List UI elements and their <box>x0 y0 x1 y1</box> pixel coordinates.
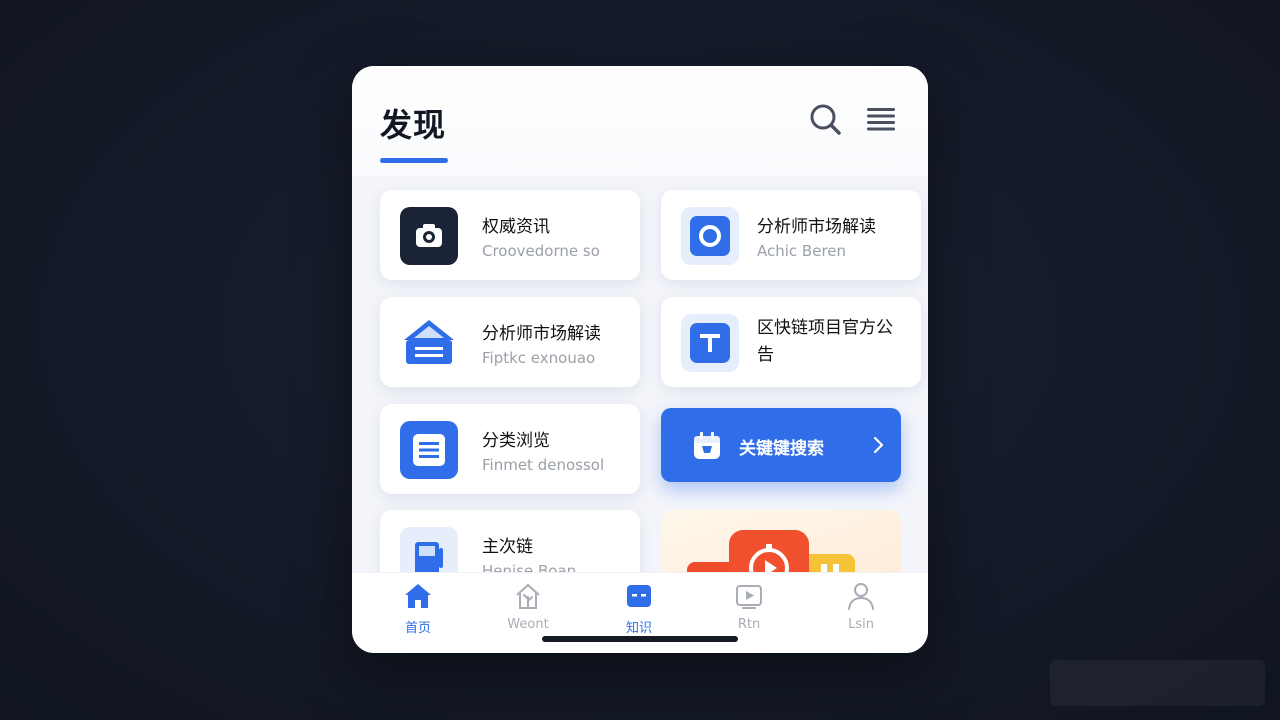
card-authoritative-news[interactable]: 权威资讯 Croovedorne so <box>380 190 640 280</box>
chevron-right-icon <box>873 436 884 454</box>
book-icon <box>627 585 651 607</box>
tab-label: 知识 <box>625 621 652 636</box>
card-subtitle: Croovedorne so <box>482 242 600 260</box>
tab-label: Lsin <box>848 617 874 632</box>
search-icon[interactable] <box>808 102 842 136</box>
card-category-browse[interactable]: 分类浏览 Finmet denossol <box>380 404 640 494</box>
card-subtitle: Finmet denossol <box>482 456 605 474</box>
card-title: 主次链 <box>482 537 533 557</box>
user-icon <box>848 583 874 610</box>
title-underline <box>380 158 448 163</box>
discover-screen: 发现 权威资讯 Croovedorne so 分析师市场解读 Achic Ber… <box>352 66 928 653</box>
tree-icon <box>516 584 540 609</box>
keyword-search-label: 关键键搜索 <box>739 439 824 459</box>
home-indicator[interactable] <box>542 636 738 642</box>
tab-label: Weont <box>507 617 549 632</box>
keyword-search-button[interactable]: 关键键搜索 <box>661 408 901 482</box>
tab-lsin[interactable]: Lsin <box>816 581 906 641</box>
card-title: 区快链项目官方公告 <box>757 318 893 365</box>
card-analyst-market-2[interactable]: 分析师市场解读 Fiptkc exnouao <box>380 297 640 387</box>
card-blockchain-announcements[interactable]: 区快链项目官方公告 <box>661 297 921 387</box>
tab-label: 首页 <box>404 621 431 636</box>
card-subtitle: Achic Beren <box>757 242 847 260</box>
house-icon <box>400 314 458 372</box>
camera-icon <box>400 207 458 265</box>
play-icon <box>736 585 762 609</box>
card-subtitle: Fiptkc exnouao <box>482 349 596 367</box>
card-title: 分析师市场解读 <box>757 217 876 237</box>
menu-icon[interactable] <box>864 102 898 136</box>
card-title: 分类浏览 <box>482 431 550 451</box>
tab-label: Rtn <box>737 617 761 632</box>
watermark <box>1050 660 1265 706</box>
circle-icon <box>681 207 739 265</box>
page-title: 发现 <box>380 106 447 144</box>
tab-knowledge[interactable]: 知识 <box>594 581 684 641</box>
tab-weont[interactable]: Weont <box>483 581 573 641</box>
home-icon <box>405 584 431 608</box>
card-title: 分析师市场解读 <box>482 324 601 344</box>
calendar-icon <box>694 432 720 459</box>
list-icon <box>400 421 458 479</box>
card-analyst-market-1[interactable]: 分析师市场解读 Achic Beren <box>661 190 921 280</box>
text-icon <box>681 314 739 372</box>
card-title: 权威资讯 <box>482 217 550 237</box>
tab-rtn[interactable]: Rtn <box>704 581 794 641</box>
tab-home[interactable]: 首页 <box>373 581 463 641</box>
